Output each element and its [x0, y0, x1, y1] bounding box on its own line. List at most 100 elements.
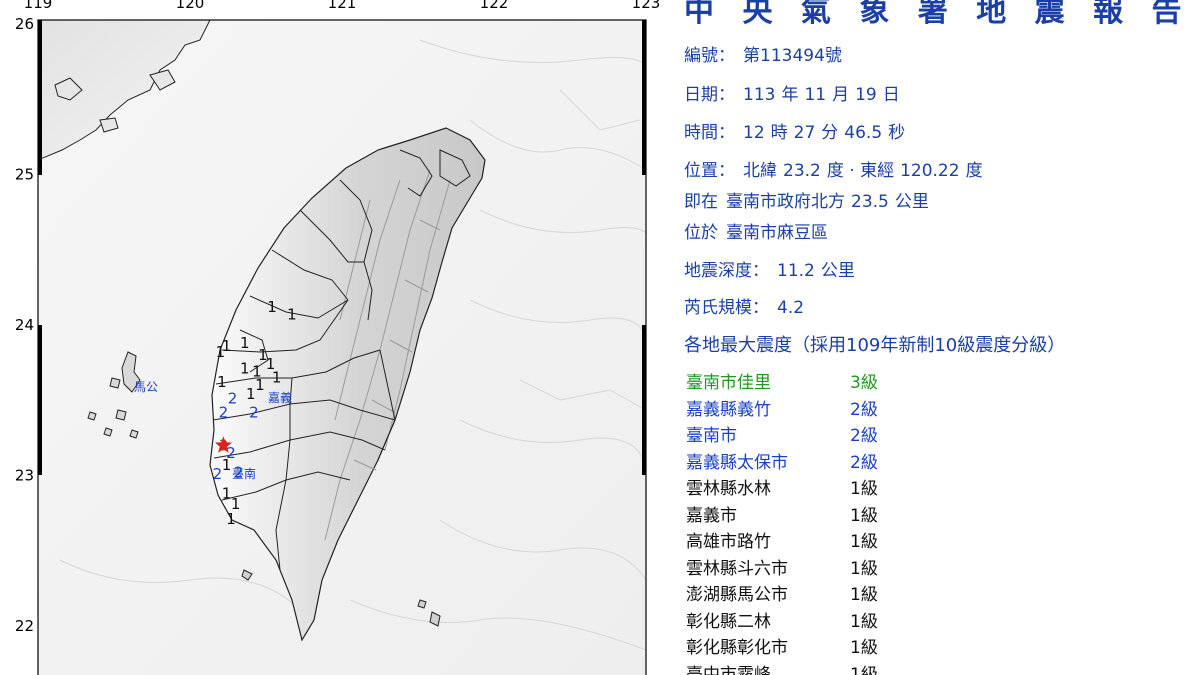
station-intensity-mark: 1 [246, 385, 256, 403]
lon-tick-label: 122 [480, 0, 509, 12]
intensity-row: 彰化縣二林 1級 [686, 607, 878, 632]
location-label: 位置： [684, 161, 735, 181]
map-panel: 119120121122123 2625242322 馬公 嘉義 臺南 3222… [0, 0, 680, 675]
report-date-row: 日期： 113 年 11 月 19 日 [684, 80, 906, 105]
station-intensity-mark: 1 [222, 485, 232, 503]
time-hour-unit: 時 [770, 123, 788, 143]
date-month: 11 [804, 85, 827, 105]
depth-label: 地震深度： [684, 261, 769, 281]
date-month-unit: 月 [832, 85, 850, 105]
intensity-row: 嘉義市 1級 [686, 501, 878, 526]
intensity-row: 嘉義縣太保市 2級 [686, 448, 878, 473]
intensity-place: 臺南市 [686, 426, 737, 446]
relative-label: 即在 [684, 192, 718, 212]
station-intensity-mark: 1 [240, 360, 250, 378]
report-depth-row: 地震深度： 11.2 公里 [684, 256, 861, 281]
intensity-row: 臺南市 2級 [686, 421, 878, 446]
station-intensity-mark: 2 [219, 403, 229, 421]
intensity-row: 臺南市佳里 3級 [686, 368, 878, 393]
relative-unit: 公里 [894, 192, 929, 212]
intensity-level: 2級 [850, 452, 878, 473]
number-label: 編號： [684, 46, 735, 66]
place-label-chiayi: 嘉義 [268, 390, 292, 405]
intensity-place: 臺中市霧峰 [686, 664, 771, 675]
intensity-place: 高雄市路竹 [686, 532, 771, 552]
report-magnitude-row: 芮氏規模： 4.2 [684, 293, 804, 318]
depth-unit: 公里 [820, 261, 855, 281]
date-label: 日期： [684, 85, 735, 105]
intensity-level: 2級 [850, 426, 878, 446]
intensity-level: 1級 [850, 558, 878, 579]
intensity-row: 高雄市路竹 1級 [686, 527, 878, 552]
lat-tick-label: 24 [15, 316, 34, 334]
date-year: 113 [743, 85, 776, 105]
time-minute-unit: 分 [821, 123, 839, 143]
lat-tick-label: 22 [15, 617, 34, 635]
lat-tick-labels: 26 25 24 23 22 [15, 15, 34, 635]
station-intensity-mark: 1 [226, 510, 236, 528]
intensity-place: 彰化縣二林 [686, 611, 771, 632]
district-value: 臺南市麻豆區 [726, 223, 828, 243]
lon-tick-label: 121 [328, 0, 357, 12]
intensity-level: 1級 [850, 638, 878, 658]
station-intensity-mark: 2 [213, 465, 223, 483]
report-number-row: 編號： 第113494號 [684, 41, 842, 66]
lon-value: 120.22 [900, 161, 960, 181]
time-second: 46.5 [844, 123, 883, 143]
intensity-level: 1級 [850, 664, 878, 675]
station-intensity-mark: 1 [222, 456, 232, 474]
depth-value: 11.2 [777, 261, 815, 281]
intensity-level: 1級 [850, 505, 878, 526]
intensity-row: 臺中市霧峰 1級 [686, 660, 878, 675]
station-intensity-mark: 2 [234, 463, 244, 481]
earthquake-map: 119120121122123 2625242322 馬公 嘉義 臺南 3222… [15, 0, 661, 675]
intensity-place: 臺南市佳里 [686, 373, 771, 393]
intensity-row: 雲林縣水林 1級 [686, 474, 878, 499]
lat-tick-label: 26 [15, 15, 34, 33]
relative-dist: 23.5 [851, 192, 889, 212]
station-intensity-mark: 1 [287, 305, 297, 323]
station-intensity-mark: 2 [228, 390, 238, 408]
report-panel: 中 央 氣 象 署 地 震 報 告 編號： 第113494號 日期： 113 年 11… [684, 0, 1194, 675]
time-minute: 27 [793, 123, 816, 143]
station-intensity-mark: 1 [217, 373, 227, 391]
lon-tick-labels: 119 120 121 122 123 [24, 0, 661, 12]
intensity-heading: 各地最大震度（採用109年新制10級震度分級） [684, 335, 1066, 356]
date-day: 19 [855, 85, 877, 105]
time-second-unit: 秒 [888, 123, 906, 143]
report-location-row: 位置： 北緯 23.2 度 · 東經 120.22 度 [684, 156, 983, 181]
lon-tick-label: 119 [24, 0, 53, 12]
date-year-unit: 年 [781, 85, 799, 105]
intensity-level: 1級 [850, 532, 878, 552]
intensity-place: 嘉義縣義竹 [686, 399, 771, 420]
station-intensity-mark: 1 [272, 369, 282, 387]
intensity-level: 1級 [850, 479, 878, 499]
lon-unit: 度 [965, 161, 983, 181]
time-label: 時間： [684, 123, 735, 143]
lat-tick-label: 25 [15, 166, 34, 184]
intensity-row: 澎湖縣馬公市 1級 [686, 580, 878, 605]
lat-unit: 度 · 東經 [826, 161, 895, 181]
lat-label: 北緯 [743, 161, 777, 181]
magnitude-label: 芮氏規模： [684, 298, 769, 318]
intensity-place: 雲林縣水林 [686, 479, 771, 499]
intensity-level: 1級 [850, 585, 878, 605]
station-intensity-mark: 1 [267, 298, 277, 316]
intensity-level: 3級 [850, 373, 878, 393]
magnitude-value: 4.2 [777, 298, 805, 318]
intensity-row: 彰化縣彰化市 1級 [686, 633, 878, 658]
intensity-row: 嘉義縣義竹 2級 [686, 395, 878, 420]
intensity-level: 2級 [850, 399, 878, 420]
intensity-place: 彰化縣彰化市 [686, 638, 788, 658]
report-district-row: 位於 臺南市麻豆區 [684, 218, 828, 243]
lat-value: 23.2 [783, 161, 821, 181]
lat-tick-label: 23 [15, 467, 34, 485]
lon-tick-label: 123 [632, 0, 661, 12]
intensity-place: 雲林縣斗六市 [686, 558, 788, 579]
station-intensity-mark: 2 [249, 403, 259, 421]
place-label-magong: 馬公 [134, 380, 158, 394]
station-intensity-mark: 1 [216, 343, 226, 361]
island [417, 599, 427, 609]
station-intensity-mark: 1 [240, 334, 250, 352]
intensity-place: 嘉義市 [686, 505, 737, 526]
